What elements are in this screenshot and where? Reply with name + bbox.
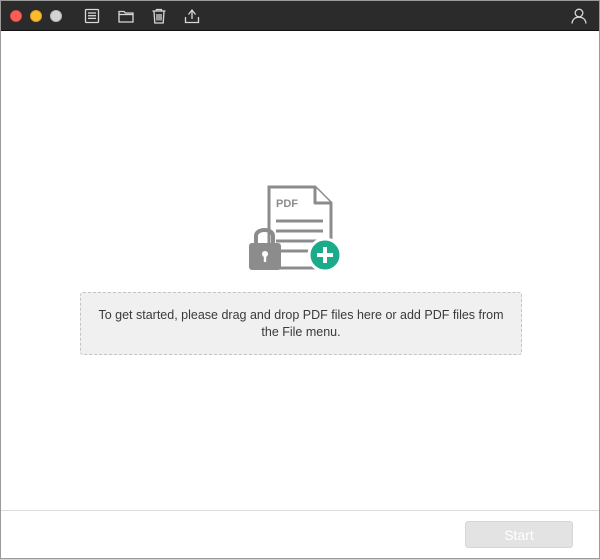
title-bar bbox=[1, 1, 599, 31]
main-content: PDF To get started, please drag and drop… bbox=[1, 32, 599, 510]
drop-zone-message: To get started, please drag and drop PDF… bbox=[98, 307, 504, 339]
pdf-doc-label: PDF bbox=[276, 198, 298, 210]
app-window: PDF To get started, please drag and drop… bbox=[0, 0, 600, 559]
start-button[interactable]: Start bbox=[465, 521, 573, 548]
user-icon[interactable] bbox=[570, 7, 588, 25]
window-close-button[interactable] bbox=[10, 10, 22, 22]
file-drop-zone[interactable]: To get started, please drag and drop PDF… bbox=[80, 292, 522, 355]
window-minimize-button[interactable] bbox=[30, 10, 42, 22]
plus-icon bbox=[307, 237, 343, 273]
export-icon[interactable] bbox=[183, 7, 201, 25]
footer-bar: Start bbox=[1, 510, 599, 558]
add-protected-pdf-illustration: PDF bbox=[247, 185, 345, 273]
list-icon[interactable] bbox=[83, 7, 101, 25]
window-maximize-button[interactable] bbox=[50, 10, 62, 22]
folder-icon[interactable] bbox=[117, 7, 135, 25]
trash-icon[interactable] bbox=[150, 7, 168, 25]
